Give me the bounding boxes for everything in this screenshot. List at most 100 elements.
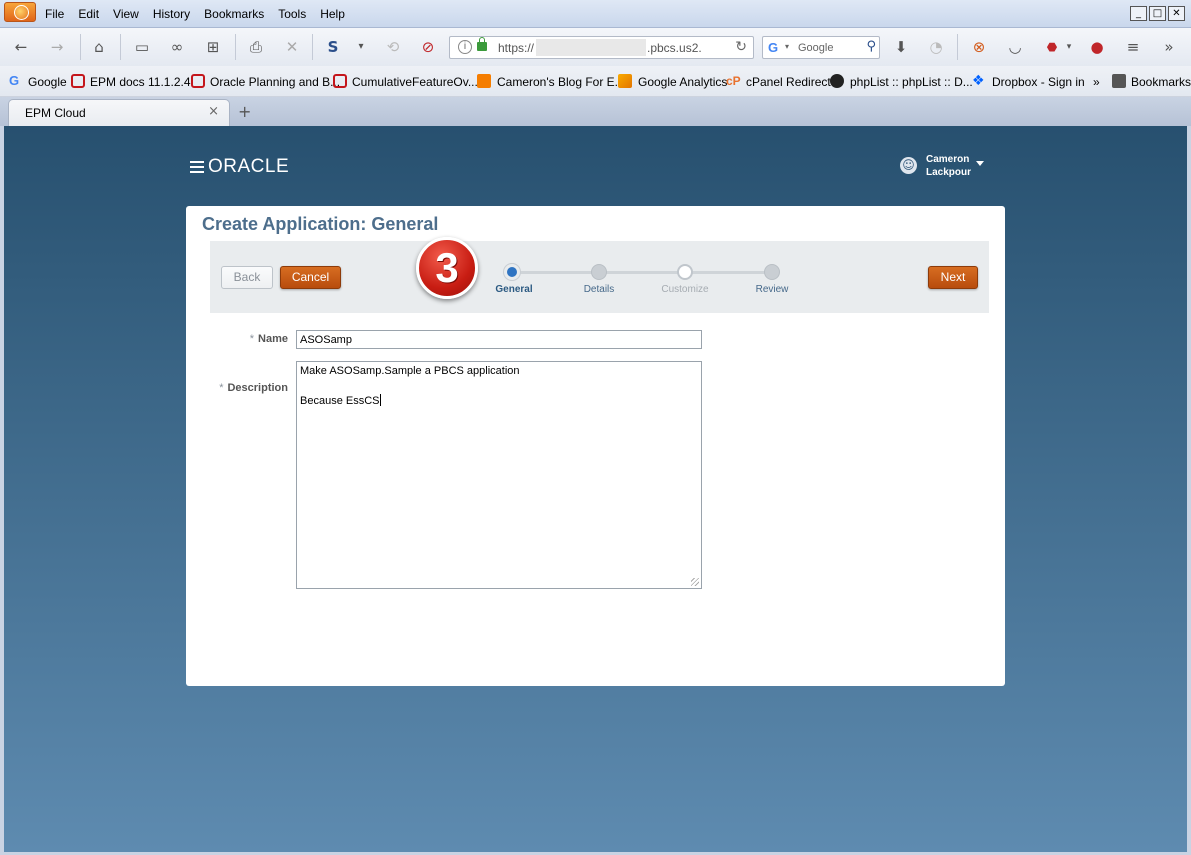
step-customize-stop — [677, 264, 693, 280]
maximize-icon[interactable]: □ — [1149, 6, 1166, 21]
skype-icon[interactable]: S — [324, 38, 342, 56]
toolbar-separator — [957, 34, 958, 60]
pocket-icon[interactable]: ◡ — [1006, 38, 1024, 56]
new-tab-icon[interactable]: ⊞ — [204, 38, 222, 56]
tab-epm-cloud[interactable]: EPM Cloud × — [8, 99, 230, 126]
text-cursor — [380, 394, 382, 406]
url-prefix: https:// — [498, 41, 535, 55]
bookmarks-menu[interactable]: Bookmarks — [1131, 75, 1191, 89]
cancel-button[interactable]: Cancel — [280, 266, 341, 289]
bookmark-camerons-blog[interactable]: Cameron's Blog For E... — [497, 75, 625, 89]
step-review-stop[interactable] — [764, 264, 780, 280]
back-arrow-icon[interactable]: ← — [12, 38, 30, 56]
window-border-right — [1187, 126, 1191, 855]
print-icon[interactable]: ⎙ — [247, 38, 265, 56]
bookmark-google-analytics[interactable]: Google Analytics — [638, 75, 727, 89]
toolbar-separator — [312, 34, 313, 60]
overflow-chevron-icon[interactable]: » — [1160, 38, 1178, 56]
window-titlebar: File Edit View History Bookmarks Tools H… — [0, 0, 1191, 28]
search-engine-dropdown-icon[interactable]: ▾ — [785, 42, 789, 51]
stop-icon[interactable]: ✕ — [283, 38, 301, 56]
reload-icon[interactable]: ↻ — [735, 39, 747, 55]
train-track — [513, 271, 773, 274]
menu-tools[interactable]: Tools — [278, 7, 306, 21]
step-review-label[interactable]: Review — [732, 284, 812, 295]
bookmark-dropbox[interactable]: Dropbox - Sign in — [992, 75, 1085, 89]
name-input[interactable] — [296, 330, 702, 349]
firefox-menu-icon[interactable] — [4, 2, 36, 22]
blocker-icon[interactable]: ⊘ — [419, 38, 437, 56]
oracle-icon — [191, 74, 205, 88]
menu-file[interactable]: File — [45, 7, 64, 21]
oracle-icon — [333, 74, 347, 88]
create-application-panel: Create Application: General Back Cancel … — [186, 206, 1005, 686]
search-bar[interactable]: G ▾ Google ⚲ — [762, 36, 880, 59]
bookmark-cumulative-feature[interactable]: CumulativeFeatureOv... — [352, 75, 478, 89]
tab-title: EPM Cloud — [25, 106, 86, 120]
description-textarea[interactable]: Make ASOSamp.Sample a PBCS application B… — [296, 361, 702, 589]
navigator-menu-icon[interactable] — [190, 161, 204, 173]
resize-grip-icon[interactable] — [691, 578, 699, 586]
google-icon[interactable]: G — [768, 40, 778, 55]
adblock-icon[interactable]: ⬣ — [1043, 38, 1061, 56]
chevron-down-icon[interactable] — [976, 161, 984, 166]
step-details-label[interactable]: Details — [559, 284, 639, 295]
bookmark-phplist[interactable]: phpList :: phpList :: D... — [850, 75, 973, 89]
forward-arrow-icon[interactable]: → — [48, 38, 66, 56]
sync-icon[interactable]: ⟲ — [384, 38, 402, 56]
dropdown-arrow-icon[interactable]: ▾ — [352, 38, 370, 56]
cancel-button-label: Cancel — [291, 270, 330, 284]
analytics-icon — [618, 74, 632, 88]
address-bar[interactable]: i https:// .pbcs.us2. ↻ — [449, 36, 754, 59]
hamburger-menu-icon[interactable]: ≡ — [1124, 38, 1142, 56]
redacted-url — [536, 39, 646, 56]
step-general-label[interactable]: General — [474, 284, 554, 295]
home-icon[interactable]: ⌂ — [90, 38, 108, 56]
new-tab-button[interactable]: + — [238, 102, 251, 121]
rss-icon[interactable]: ◔ — [927, 38, 945, 56]
bookmark-cpanel-redirect[interactable]: cPanel Redirect — [746, 75, 831, 89]
step-customize-label: Customize — [661, 284, 709, 295]
minimize-icon[interactable]: _ — [1130, 6, 1147, 21]
tab-strip: EPM Cloud × + — [0, 97, 1191, 126]
step-general-stop[interactable] — [504, 264, 520, 280]
dropdown-arrow-icon[interactable]: ▾ — [1060, 38, 1078, 56]
bookmark-epm-docs[interactable]: EPM docs 11.1.2.4 — [90, 75, 191, 89]
bookmark-oracle-planning[interactable]: Oracle Planning and B... — [210, 75, 340, 89]
step-details-stop[interactable] — [591, 264, 607, 280]
next-button-label: Next — [940, 270, 966, 284]
search-input[interactable]: Google — [798, 42, 833, 54]
search-icon[interactable]: ⚲ — [866, 39, 876, 54]
menu-edit[interactable]: Edit — [78, 7, 99, 21]
window-controls: _ □ ✕ — [1130, 6, 1185, 21]
bookmarks-overflow-chevron-icon[interactable]: » — [1093, 75, 1100, 89]
bookmark-google[interactable]: Google — [28, 75, 67, 89]
info-icon[interactable]: i — [458, 40, 472, 54]
step-number: 3 — [435, 244, 459, 291]
close-icon[interactable]: ✕ — [1168, 6, 1185, 21]
download-icon[interactable]: ⬇ — [892, 38, 910, 56]
window-icon[interactable]: ▭ — [133, 38, 151, 56]
user-name: Cameron Lackpour — [926, 153, 986, 179]
next-button[interactable]: Next — [928, 266, 978, 289]
addon-icon[interactable]: ⊗ — [970, 38, 988, 56]
description-line-3: Because EssCS — [300, 394, 698, 409]
menu-history[interactable]: History — [153, 7, 190, 21]
user-last-name: Lackpour — [926, 167, 972, 178]
toolbar-separator — [80, 34, 81, 60]
required-marker: * — [219, 382, 224, 394]
back-button[interactable]: Back — [221, 266, 273, 289]
menu-view[interactable]: View — [113, 7, 139, 21]
name-label-text: Name — [258, 333, 288, 345]
accessibility-icon[interactable]: ☺ — [900, 157, 917, 174]
menu-bar: File Edit View History Bookmarks Tools H… — [45, 7, 359, 21]
toolbar-separator — [120, 34, 121, 60]
tab-close-icon[interactable]: × — [208, 104, 219, 119]
ghostery-icon[interactable]: ● — [1088, 38, 1106, 56]
toolbar-separator — [235, 34, 236, 60]
wizard-train: Back Cancel 3 General Details Customize … — [210, 237, 989, 313]
required-marker: * — [249, 333, 255, 345]
private-mask-icon[interactable]: ∞ — [168, 38, 186, 56]
menu-bookmarks[interactable]: Bookmarks — [204, 7, 264, 21]
menu-help[interactable]: Help — [320, 7, 345, 21]
